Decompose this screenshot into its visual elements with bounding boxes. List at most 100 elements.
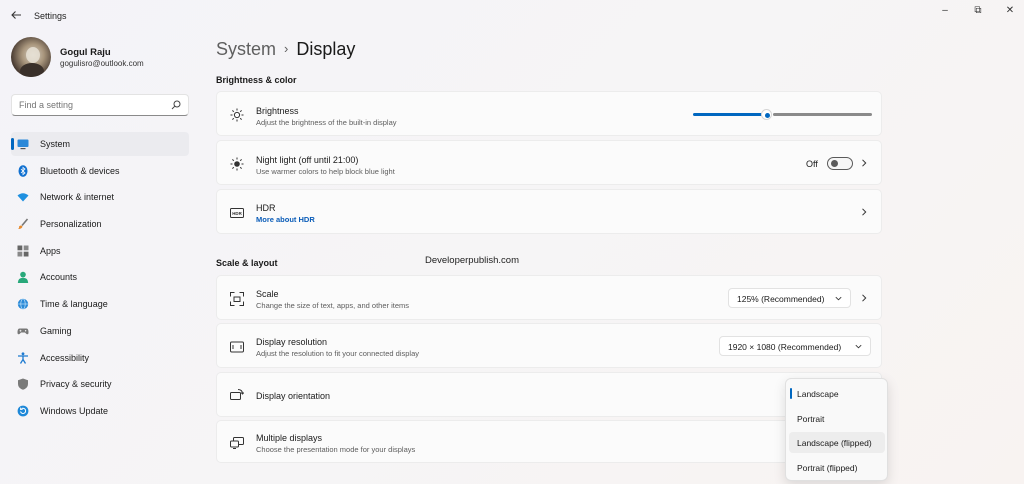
sidebar-item-label: Gaming: [40, 325, 72, 336]
sidebar-item-label: System: [40, 139, 71, 149]
scale-dropdown[interactable]: 125% (Recommended): [728, 288, 851, 308]
orientation-option-landscape-flipped[interactable]: Landscape (flipped): [789, 432, 885, 453]
chevron-right-icon[interactable]: [860, 159, 868, 167]
option-label: Landscape (flipped): [797, 438, 872, 448]
slider-thumb[interactable]: [761, 109, 772, 120]
chevron-right-icon[interactable]: [860, 208, 868, 216]
shield-icon: [18, 378, 28, 390]
back-button[interactable]: [9, 9, 23, 23]
sidebar-item-label: Bluetooth & devices: [40, 165, 120, 176]
section-title-scale-layout: Scale & layout: [216, 258, 278, 268]
maximize-button[interactable]: ⧉: [967, 5, 989, 17]
sidebar-item-label: Accessibility: [40, 352, 90, 363]
night-light-toggle[interactable]: [827, 157, 853, 170]
orientation-option-portrait[interactable]: Portrait: [789, 408, 885, 429]
sidebar-item-gaming[interactable]: Gaming: [11, 319, 189, 343]
avatar[interactable]: [11, 37, 51, 77]
sidebar-item-system[interactable]: System: [11, 132, 189, 156]
search-box[interactable]: [11, 94, 189, 116]
option-label: Portrait: [797, 414, 825, 424]
display-orientation-card: Display orientation: [216, 372, 882, 417]
chevron-down-icon: [835, 296, 842, 301]
more-about-hdr-link[interactable]: More about HDR: [256, 215, 315, 224]
close-button[interactable]: ✕: [999, 5, 1021, 17]
display-resolution-description: Adjust the resolution to fit your connec…: [256, 349, 420, 358]
orientation-icon: [230, 389, 244, 400]
sidebar-item-label: Time & language: [40, 299, 108, 310]
hdr-title: HDR: [256, 203, 276, 213]
multiple-displays-icon: [230, 437, 244, 449]
scale-dropdown-value: 125% (Recommended): [737, 294, 825, 304]
option-label: Portrait (flipped): [797, 463, 858, 473]
night-light-description: Use warmer colors to help block blue lig…: [256, 167, 395, 176]
resolution-icon: [230, 341, 244, 353]
chevron-down-icon: [855, 344, 862, 349]
svg-text:HDR: HDR: [232, 211, 242, 216]
system-icon: [17, 139, 29, 150]
resolution-dropdown[interactable]: 1920 × 1080 (Recommended): [719, 336, 871, 356]
app-title: Settings: [34, 11, 67, 21]
sidebar-item-network[interactable]: Network & internet: [11, 185, 189, 209]
sidebar-item-accounts[interactable]: Accounts: [11, 265, 189, 289]
brightness-card: Brightness Adjust the brightness of the …: [216, 91, 882, 136]
avatar-photo: [20, 47, 44, 77]
night-light-toggle-label: Off: [806, 159, 818, 169]
night-light-card[interactable]: Night light (off until 21:00) Use warmer…: [216, 140, 882, 185]
brush-icon: [18, 218, 29, 230]
hdr-icon: HDR: [230, 208, 244, 218]
sidebar-item-apps[interactable]: Apps: [11, 239, 189, 263]
chevron-right-icon[interactable]: [860, 294, 868, 302]
sidebar-item-bluetooth[interactable]: Bluetooth & devices: [11, 159, 189, 183]
page-title: Display: [296, 39, 356, 59]
resolution-dropdown-value: 1920 × 1080 (Recommended): [728, 342, 842, 352]
sidebar-nav: System Bluetooth & devices Network & int…: [11, 132, 189, 426]
sidebar-item-label: Accounts: [40, 272, 78, 283]
night-light-icon: [230, 157, 244, 171]
update-icon: [17, 405, 29, 417]
accessibility-icon: [18, 351, 28, 364]
scale-card[interactable]: Scale Change the size of text, apps, and…: [216, 275, 882, 320]
accounts-icon: [17, 272, 29, 284]
option-label: Landscape: [797, 389, 839, 399]
sidebar-item-personalization[interactable]: Personalization: [11, 212, 189, 236]
orientation-option-portrait-flipped[interactable]: Portrait (flipped): [789, 457, 885, 478]
sidebar-item-label: Windows Update: [40, 405, 109, 416]
bluetooth-icon: [18, 164, 28, 177]
sidebar-item-label: Network & internet: [40, 192, 115, 203]
section-title-brightness-color: Brightness & color: [216, 75, 297, 85]
sidebar-item-windows-update[interactable]: Windows Update: [11, 399, 189, 423]
sun-icon: [230, 108, 244, 122]
profile-email: gogulisro@outlook.com: [60, 59, 144, 68]
breadcrumb-parent[interactable]: System: [216, 39, 276, 59]
search-input[interactable]: [19, 100, 169, 110]
minimize-button[interactable]: –: [934, 5, 956, 17]
scale-icon: [230, 292, 244, 306]
sidebar-item-label: Privacy & security: [40, 379, 112, 390]
gamepad-icon: [17, 328, 29, 335]
sidebar-item-accessibility[interactable]: Accessibility: [11, 346, 189, 370]
brightness-title: Brightness: [256, 106, 299, 116]
sidebar-item-label: Personalization: [40, 219, 102, 230]
display-resolution-title: Display resolution: [256, 337, 328, 347]
display-orientation-title: Display orientation: [256, 391, 331, 401]
globe-icon: [17, 298, 29, 310]
hdr-card[interactable]: HDR HDR More about HDR: [216, 189, 882, 234]
apps-icon: [17, 245, 29, 257]
watermark: Developerpublish.com: [425, 255, 519, 266]
sidebar-item-privacy-security[interactable]: Privacy & security: [11, 372, 189, 396]
sidebar-item-time-language[interactable]: Time & language: [11, 292, 189, 316]
multiple-displays-title: Multiple displays: [256, 433, 323, 443]
back-arrow-icon: [11, 11, 21, 19]
multiple-displays-description: Choose the presentation mode for your di…: [256, 445, 416, 454]
scale-description: Change the size of text, apps, and other…: [256, 301, 410, 310]
breadcrumb-separator: ›: [284, 41, 289, 56]
orientation-option-landscape[interactable]: Landscape: [789, 383, 885, 404]
toggle-knob: [831, 160, 838, 167]
orientation-dropdown-menu: Landscape Portrait Landscape (flipped) P…: [785, 378, 888, 481]
search-icon[interactable]: [171, 100, 181, 110]
profile-name: Gogul Raju: [60, 47, 111, 58]
title-bar: Settings – ⧉ ✕: [0, 0, 1024, 32]
multiple-displays-card[interactable]: Multiple displays Choose the presentatio…: [216, 420, 882, 463]
brightness-description: Adjust the brightness of the built-in di…: [256, 118, 397, 127]
breadcrumb: System › Display: [216, 39, 355, 60]
